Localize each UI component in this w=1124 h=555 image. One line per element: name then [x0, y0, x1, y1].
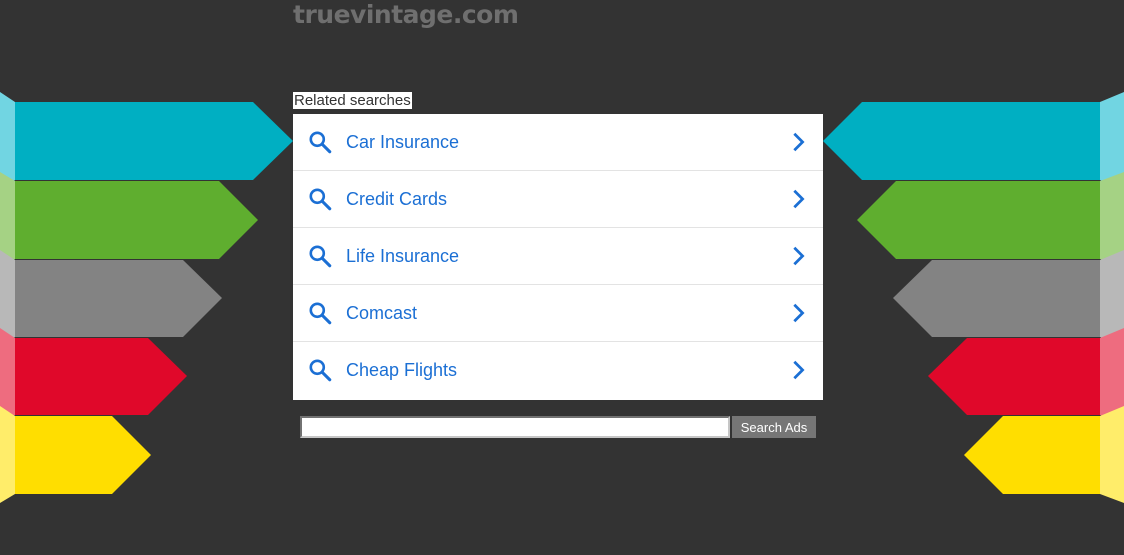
related-search-label[interactable]: Comcast	[346, 303, 417, 324]
search-icon	[309, 245, 332, 268]
related-search-list: Car Insurance Credit Cards Life Insuranc…	[293, 114, 823, 400]
related-search-label[interactable]: Life Insurance	[346, 246, 459, 267]
related-search-item[interactable]: Comcast	[293, 285, 823, 342]
related-search-label[interactable]: Credit Cards	[346, 189, 447, 210]
search-icon	[309, 302, 332, 325]
search-ads-input[interactable]	[300, 416, 730, 438]
chevron-right-icon	[793, 360, 805, 380]
chevron-right-icon	[793, 132, 805, 152]
chevron-right-icon	[793, 189, 805, 209]
chevron-right-icon	[793, 303, 805, 323]
search-icon	[309, 359, 332, 382]
related-search-label[interactable]: Cheap Flights	[346, 360, 457, 381]
search-icon	[309, 188, 332, 211]
right-arrows	[823, 92, 1124, 503]
site-title[interactable]: truevintage.com	[293, 0, 519, 29]
search-ads-form: Search Ads	[300, 416, 816, 438]
related-search-item[interactable]: Life Insurance	[293, 228, 823, 285]
chevron-right-icon	[793, 246, 805, 266]
search-ads-button[interactable]: Search Ads	[732, 416, 816, 438]
search-icon	[309, 131, 332, 154]
related-search-label[interactable]: Car Insurance	[346, 132, 459, 153]
left-arrows	[0, 92, 293, 503]
related-searches-label: Related searches	[293, 92, 412, 109]
related-search-item[interactable]: Car Insurance	[293, 114, 823, 171]
related-search-item[interactable]: Credit Cards	[293, 171, 823, 228]
related-search-item[interactable]: Cheap Flights	[293, 342, 823, 399]
